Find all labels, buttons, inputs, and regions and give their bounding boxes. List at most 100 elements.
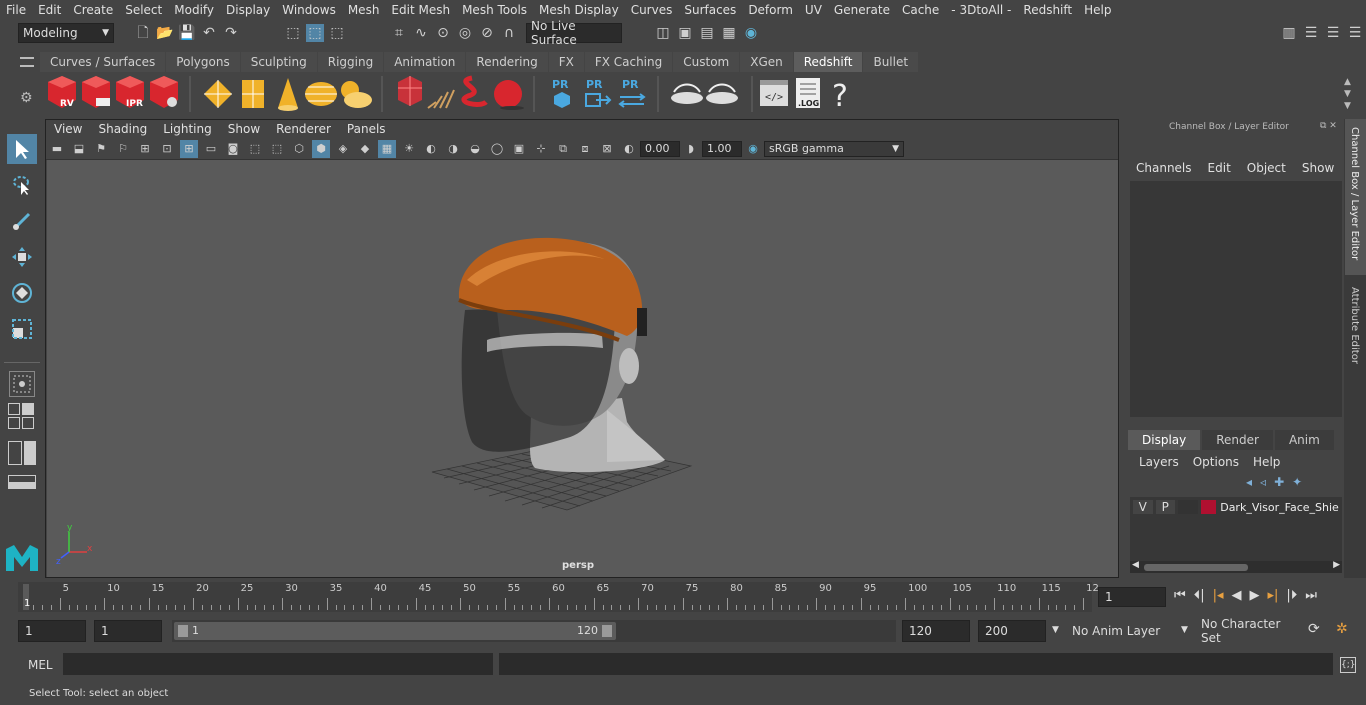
- open-scene-icon[interactable]: 📂: [156, 24, 174, 42]
- paint-select-tool-icon[interactable]: [7, 206, 37, 236]
- menu-surfaces[interactable]: Surfaces: [678, 3, 742, 17]
- tab-polygons[interactable]: Polygons: [166, 52, 240, 72]
- rs-ipr-icon[interactable]: IPR: [116, 76, 144, 109]
- new-scene-icon[interactable]: 🗋: [134, 24, 152, 42]
- safe-action-icon[interactable]: ⬚: [246, 140, 264, 158]
- layer-scrollbar[interactable]: ◀ ▶: [1130, 560, 1342, 573]
- tab-bullet[interactable]: Bullet: [863, 52, 919, 72]
- log-icon[interactable]: .LOG: [796, 78, 820, 108]
- menu-mesh-display[interactable]: Mesh Display: [533, 3, 625, 17]
- viewport-menu-renderer[interactable]: Renderer: [268, 122, 339, 136]
- current-frame-field[interactable]: 1: [1098, 587, 1166, 607]
- ipr-render-icon[interactable]: ▤: [698, 24, 716, 42]
- film-gate-icon[interactable]: ⊡: [158, 140, 176, 158]
- xray-components-icon[interactable]: ⧈: [576, 140, 594, 158]
- tab-redshift[interactable]: Redshift: [793, 52, 863, 72]
- layout-split-icon[interactable]: [8, 441, 36, 465]
- layer-tab-display[interactable]: Display: [1128, 430, 1201, 450]
- layer-type-toggle[interactable]: [1178, 500, 1198, 514]
- range-handle-left[interactable]: [178, 625, 188, 637]
- pr-swap-icon[interactable]: PR: [618, 78, 646, 108]
- side-tab-channel-box[interactable]: Channel Box / Layer Editor: [1345, 119, 1366, 275]
- pr-export-icon[interactable]: PR: [585, 78, 612, 107]
- layer-tab-anim[interactable]: Anim: [1274, 430, 1334, 450]
- render-frame-icon[interactable]: ▣: [676, 24, 694, 42]
- rs-sphere-icon[interactable]: [494, 80, 524, 110]
- xray-icon[interactable]: ⊹: [532, 140, 550, 158]
- live-surface-field[interactable]: No Live Surface: [526, 19, 622, 47]
- script-editor-button-icon[interactable]: {;}: [1340, 657, 1356, 673]
- rs-render-sequence-icon[interactable]: [82, 76, 110, 108]
- lights-icon[interactable]: ▦: [378, 139, 396, 158]
- undo-icon[interactable]: ↶: [200, 24, 218, 42]
- menu-redshift[interactable]: Redshift: [1017, 3, 1078, 17]
- rs-hair-icon[interactable]: [427, 89, 455, 109]
- layer-row[interactable]: V P Dark_Visor_Face_Shiel: [1130, 497, 1342, 517]
- viewport-menu-view[interactable]: View: [46, 122, 90, 136]
- step-back-key-icon[interactable]: |◂: [1213, 588, 1224, 603]
- wireframe-icon[interactable]: ⬡: [290, 140, 308, 158]
- textured-icon[interactable]: ◆: [356, 140, 374, 158]
- step-forward-key-icon[interactable]: ▸|: [1268, 588, 1279, 603]
- menu-help[interactable]: Help: [1078, 3, 1117, 17]
- step-back-icon[interactable]: ⏴|: [1194, 588, 1205, 603]
- exposure-field[interactable]: 0.00: [640, 140, 680, 157]
- layer-color-swatch[interactable]: [1200, 500, 1217, 514]
- scroll-left-icon[interactable]: ◀: [1132, 560, 1139, 570]
- script-editor-icon[interactable]: </>: [760, 80, 788, 106]
- layer-menu-layers[interactable]: Layers: [1132, 455, 1186, 469]
- viewport-menu-panels[interactable]: Panels: [339, 122, 394, 136]
- magnet-icon[interactable]: ∩: [500, 24, 518, 42]
- viewport-menu-shading[interactable]: Shading: [90, 122, 155, 136]
- color-space-dropdown[interactable]: sRGB gamma ▼: [764, 140, 904, 157]
- gamma-field[interactable]: 1.00: [702, 140, 742, 157]
- tab-animation[interactable]: Animation: [384, 52, 466, 72]
- anim-layer-dropdown[interactable]: No Anim Layer: [1066, 620, 1176, 642]
- layer-playback-toggle[interactable]: P: [1155, 500, 1176, 514]
- menu-display[interactable]: Display: [220, 3, 276, 17]
- menu-edit[interactable]: Edit: [32, 3, 67, 17]
- side-tab-attribute-editor[interactable]: Attribute Editor: [1345, 279, 1366, 375]
- menu-3dtoall[interactable]: - 3DtoAll -: [945, 3, 1017, 17]
- menu-windows[interactable]: Windows: [276, 3, 342, 17]
- tab-rigging[interactable]: Rigging: [317, 52, 384, 72]
- snap-point-icon[interactable]: ⊙: [434, 24, 452, 42]
- hypershade-icon[interactable]: ◉: [742, 24, 760, 42]
- range-slider[interactable]: 1 120: [172, 620, 896, 642]
- animation-end-field[interactable]: 200: [978, 620, 1046, 642]
- range-handle-right[interactable]: [602, 625, 612, 637]
- snap-curve-icon[interactable]: ∿: [412, 24, 430, 42]
- go-to-start-icon[interactable]: ⏮: [1174, 588, 1186, 603]
- workspace-icon[interactable]: ▥: [1280, 24, 1298, 42]
- rs-render-view-icon[interactable]: RV: [48, 76, 76, 109]
- scroll-right-icon[interactable]: ▶: [1333, 560, 1340, 570]
- menu-select[interactable]: Select: [119, 3, 168, 17]
- tab-sculpting[interactable]: Sculpting: [240, 52, 317, 72]
- scale-tool-icon[interactable]: [7, 314, 37, 344]
- rs-volume-icon[interactable]: [461, 75, 488, 107]
- auto-key-icon[interactable]: ⟳: [1308, 621, 1320, 637]
- select-hierarchy-icon[interactable]: ⬚: [284, 24, 302, 42]
- menu-cache[interactable]: Cache: [896, 3, 945, 17]
- tab-rendering[interactable]: Rendering: [466, 52, 548, 72]
- channel-box-list[interactable]: [1130, 181, 1342, 417]
- move-layer-down-icon[interactable]: ◃: [1260, 475, 1266, 489]
- playback-end-field[interactable]: 120: [902, 620, 970, 642]
- render-view-icon[interactable]: ◫: [654, 24, 672, 42]
- anti-aliasing-icon[interactable]: ◒: [466, 140, 484, 158]
- layer-name[interactable]: Dark_Visor_Face_Shiel: [1220, 501, 1339, 514]
- image-plane-icon[interactable]: ⚐: [114, 140, 132, 158]
- render-settings-icon[interactable]: ▦: [720, 24, 738, 42]
- rs-portal-light-icon[interactable]: [242, 80, 264, 108]
- safe-title-icon[interactable]: ⬚: [268, 140, 286, 158]
- pr-proxy-icon[interactable]: PR: [552, 78, 570, 108]
- new-layer-icon[interactable]: ✚: [1274, 475, 1284, 489]
- tab-xgen[interactable]: XGen: [740, 52, 793, 72]
- menu-deform[interactable]: Deform: [742, 3, 799, 17]
- ambient-occlusion-icon[interactable]: ◐: [422, 140, 440, 158]
- mode-selector[interactable]: Modeling ▼: [18, 23, 114, 43]
- color-management-icon[interactable]: ◉: [744, 140, 762, 158]
- time-slider-track[interactable]: 5 10 15 20 25 30 35 40 45 50 55 60 65 70 75 80 85 90 95 100…: [18, 582, 1099, 612]
- mel-label[interactable]: MEL: [28, 658, 53, 672]
- viewport-menu-lighting[interactable]: Lighting: [155, 122, 220, 136]
